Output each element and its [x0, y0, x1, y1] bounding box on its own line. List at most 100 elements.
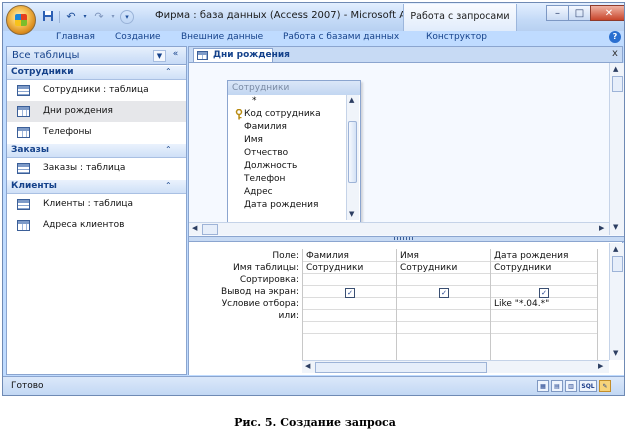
scroll-left-icon[interactable]: ◀ — [192, 224, 197, 232]
customize-icon[interactable]: ▾ — [120, 10, 134, 24]
scroll-up-icon[interactable]: ▲ — [613, 245, 618, 253]
scroll-thumb[interactable] — [315, 362, 487, 373]
grid-cell-table[interactable]: Сотрудники — [494, 263, 551, 273]
tab-database-tools[interactable]: Работа с базами данных — [283, 32, 399, 42]
grid-cell-field[interactable]: Фамилия — [306, 251, 349, 261]
horizontal-scrollbar[interactable]: ◀ ▶ — [189, 222, 609, 235]
scroll-down-icon[interactable]: ▼ — [613, 223, 618, 231]
grid-column-1[interactable] — [302, 249, 303, 364]
show-checkbox[interactable]: ✓ — [539, 288, 549, 298]
nav-group-employees[interactable]: Сотрудники ⌃ — [7, 65, 186, 80]
table-icon — [17, 199, 30, 210]
pivottable-view-icon[interactable]: ▤ — [551, 380, 563, 392]
chevron-up-icon: ⌃ — [165, 145, 172, 154]
datasheet-view-icon[interactable]: ▦ — [537, 380, 549, 392]
nav-group-clients[interactable]: Клиенты ⌃ — [7, 179, 186, 194]
help-icon[interactable]: ? — [609, 31, 621, 43]
nav-item-orders-table[interactable]: Заказы : таблица — [7, 158, 186, 179]
field-list-item[interactable]: Должность — [244, 161, 297, 171]
horizontal-scrollbar[interactable]: ◀ ▶ — [302, 360, 609, 373]
vertical-scrollbar[interactable]: ▲ ▼ — [609, 243, 624, 360]
scroll-thumb[interactable] — [202, 224, 218, 235]
close-button[interactable]: ✕ — [590, 5, 624, 21]
qat-separator — [59, 11, 60, 23]
redo-dropdown-icon[interactable]: ▾ — [110, 10, 116, 24]
close-document-icon[interactable]: x — [612, 48, 618, 59]
nav-item-client-addresses-query[interactable]: Адреса клиентов — [7, 215, 186, 236]
tab-home[interactable]: Главная — [56, 32, 95, 42]
minimize-button[interactable]: – — [546, 5, 569, 21]
scroll-thumb[interactable] — [348, 121, 357, 183]
grid-cell-table[interactable]: Сотрудники — [306, 263, 363, 273]
navigation-pane: Все таблицы ▼ « Сотрудники ⌃ Сотрудники … — [6, 46, 187, 375]
grid-cell-field[interactable]: Дата рождения — [494, 251, 568, 261]
field-list-item[interactable]: Отчество — [244, 148, 288, 158]
nav-item-employees-table[interactable]: Сотрудники : таблица — [7, 80, 186, 101]
office-button[interactable] — [6, 5, 36, 35]
document-tab-bar: Дни рождения x — [189, 47, 622, 63]
scroll-thumb[interactable] — [612, 256, 623, 272]
table-icon — [17, 85, 30, 96]
tab-create[interactable]: Создание — [115, 32, 161, 42]
redo-icon[interactable]: ↷ — [92, 10, 106, 24]
grid-cell-table[interactable]: Сотрудники — [400, 263, 457, 273]
nav-dropdown-icon[interactable]: ▼ — [153, 50, 166, 62]
table-pane[interactable]: Сотрудники * Код сотрудника Фамилия Имя … — [189, 63, 624, 236]
grid-cell-criteria[interactable]: Like "*.04.*" — [494, 299, 549, 309]
nav-title[interactable]: Все таблицы — [12, 50, 79, 61]
grid-line — [302, 309, 598, 310]
pivotchart-view-icon[interactable]: ▥ — [565, 380, 577, 392]
field-list-item[interactable]: Дата рождения — [244, 200, 318, 210]
field-list-item[interactable]: Имя — [244, 135, 263, 145]
field-list-item[interactable]: * — [252, 96, 257, 106]
undo-icon[interactable]: ↶ — [64, 10, 78, 24]
show-checkbox[interactable]: ✓ — [439, 288, 449, 298]
vertical-scrollbar[interactable]: ▲ ▼ — [609, 63, 624, 235]
scroll-up-icon[interactable]: ▲ — [349, 96, 354, 104]
nav-item-phones-query[interactable]: Телефоны — [7, 122, 186, 143]
field-list-item[interactable]: Адрес — [244, 187, 273, 197]
grid-column-3[interactable] — [490, 249, 491, 364]
field-list-item[interactable]: Фамилия — [244, 122, 287, 132]
nav-group-orders[interactable]: Заказы ⌃ — [7, 143, 186, 158]
design-view-icon[interactable]: ✎ — [599, 380, 611, 392]
pane-splitter[interactable] — [189, 236, 624, 242]
row-label-sort: Сортировка: — [239, 275, 299, 285]
grid-cell-field[interactable]: Имя — [400, 251, 419, 261]
context-tab-title: Работа с запросами — [403, 4, 517, 31]
scroll-down-icon[interactable]: ▼ — [613, 349, 618, 357]
scroll-thumb[interactable] — [612, 76, 623, 92]
scroll-up-icon[interactable]: ▲ — [613, 65, 618, 73]
field-list-title[interactable]: Сотрудники — [228, 81, 360, 95]
grid-column-2[interactable] — [396, 249, 397, 364]
nav-item-birthdays-query[interactable]: Дни рождения — [7, 101, 186, 122]
field-list-item[interactable]: Телефон — [244, 174, 285, 184]
field-list-scrollbar[interactable]: ▲ ▼ — [346, 95, 359, 220]
save-icon[interactable] — [41, 10, 55, 24]
grid-line — [302, 285, 598, 286]
grid-line — [302, 261, 598, 262]
scroll-right-icon[interactable]: ▶ — [598, 362, 603, 370]
nav-item-label: Адреса клиентов — [43, 220, 125, 230]
nav-item-label: Клиенты : таблица — [43, 199, 134, 209]
document-tab[interactable]: Дни рождения — [193, 48, 290, 62]
tab-external-data[interactable]: Внешние данные — [181, 32, 263, 42]
tab-design[interactable]: Конструктор — [426, 32, 487, 42]
maximize-button[interactable]: □ — [568, 5, 591, 21]
undo-dropdown-icon[interactable]: ▾ — [82, 10, 88, 24]
status-text: Готово — [11, 381, 44, 391]
scroll-right-icon[interactable]: ▶ — [599, 224, 604, 232]
status-bar: Готово ▦ ▤ ▥ SQL ✎ — [3, 376, 624, 395]
grid-line — [302, 273, 598, 274]
scroll-left-icon[interactable]: ◀ — [305, 362, 310, 370]
field-list-window[interactable]: Сотрудники * Код сотрудника Фамилия Имя … — [227, 80, 361, 224]
nav-group-label: Сотрудники — [11, 67, 74, 77]
field-list-item[interactable]: Код сотрудника — [244, 109, 321, 119]
sql-view-button[interactable]: SQL — [579, 380, 597, 392]
nav-item-clients-table[interactable]: Клиенты : таблица — [7, 194, 186, 215]
access-window: ↶ ▾ ↷ ▾ ▾ Фирма : база данных (Access 20… — [2, 2, 625, 396]
scroll-down-icon[interactable]: ▼ — [349, 210, 354, 218]
shutter-bar-icon[interactable]: « — [169, 49, 182, 61]
document-tab-label: Дни рождения — [213, 50, 290, 60]
show-checkbox[interactable]: ✓ — [345, 288, 355, 298]
